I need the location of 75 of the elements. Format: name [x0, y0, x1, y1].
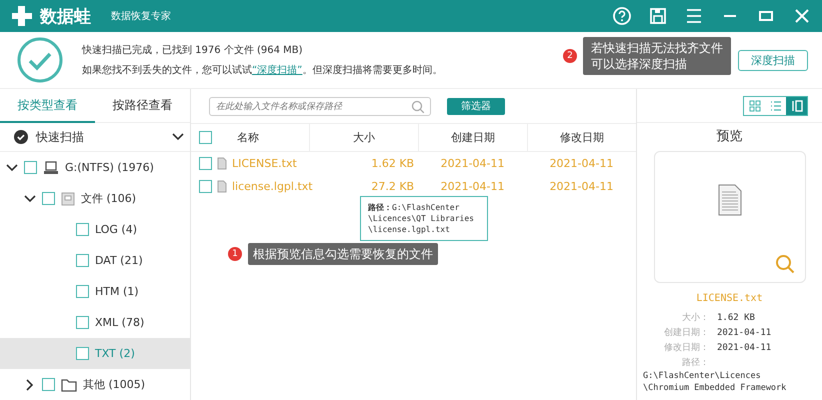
filter-button[interactable]: 筛选器 — [447, 98, 505, 114]
detail-label: 大小： — [681, 312, 709, 324]
caret-icon[interactable] — [24, 378, 36, 390]
check-circle-icon — [16, 36, 64, 84]
deep-scan-button[interactable]: 深度扫描 — [738, 50, 808, 70]
search-icon — [411, 100, 425, 114]
help-icon[interactable] — [612, 6, 632, 26]
table-cell-text: 2021-04-11 — [440, 180, 506, 193]
view-tab[interactable]: 按类型查看 — [0, 89, 95, 123]
detail-value: 2021-04-11 — [717, 342, 772, 352]
deep-scan-link[interactable]: “深度扫描” — [252, 65, 302, 76]
checkbox[interactable] — [42, 378, 55, 391]
file-path-text: G:\FlashCenter\Licences \Chromium Embedded Framework — [642, 370, 788, 394]
checkbox[interactable] — [76, 316, 89, 329]
table-cell-text: 2021-04-11 — [548, 157, 614, 170]
document-icon — [217, 180, 227, 193]
tree-item[interactable]: G:(NTFS) (1976) — [0, 152, 190, 183]
column-header[interactable]: 修改日期 — [527, 124, 636, 151]
checkbox[interactable] — [42, 192, 55, 205]
save-icon[interactable] — [648, 6, 668, 26]
search-field[interactable]: 在此处输入文件名称或保存路径 — [209, 96, 431, 116]
list-icon — [770, 100, 782, 112]
detail-label: 修改日期： — [663, 342, 709, 354]
deep-scan-hint-text: 如果您找不到丢失的文件，您可以试试“深度扫描”。但深度扫描将需要更多时间。 — [82, 64, 442, 77]
table-cell-text: 2021-04-11 — [440, 157, 506, 170]
select-all-checkbox[interactable] — [199, 131, 212, 144]
checkbox[interactable] — [76, 285, 89, 298]
hint-bubble: 若快速扫描无法找齐文件 可以选择深度扫描 — [583, 37, 731, 75]
folder-icon — [61, 378, 77, 392]
tree-item[interactable]: XML (78) — [0, 307, 190, 338]
path-tooltip: 路径：G:\FlashCenter \Licences\QT Libraries \license.lgpl.txt — [360, 196, 488, 241]
scan-result-text: 快速扫描已完成，已找到 1976 个文件 (964 MB) — [82, 44, 304, 57]
tree-item[interactable]: 文件 (106) — [0, 183, 190, 214]
table-cell-text: 2021-04-11 — [548, 180, 614, 193]
detail-view-button[interactable] — [786, 96, 807, 114]
tree-item[interactable]: LOG (4) — [0, 214, 190, 245]
table-cell-text: 1.62 KB — [370, 157, 416, 170]
app-subtitle: 数据恢复专家 — [111, 10, 171, 23]
scan-mode-dropdown[interactable]: 快速扫描 — [0, 123, 190, 152]
detail-label: 创建日期： — [663, 326, 709, 339]
tree-item[interactable]: DAT (21) — [0, 245, 190, 276]
checkbox[interactable] — [199, 180, 212, 193]
checkbox[interactable] — [76, 223, 89, 236]
file-icon — [61, 192, 75, 206]
zoom-icon[interactable] — [774, 254, 794, 274]
tree-item[interactable]: HTM (1) — [0, 276, 190, 307]
detail-value: 1.62 KB — [717, 312, 755, 322]
step-badge: 2 — [563, 49, 577, 63]
columns-icon — [790, 100, 802, 112]
preview-file-name: LICENSE.txt — [696, 293, 763, 304]
column-header[interactable]: 名称 — [237, 130, 259, 145]
detail-label: 路径： — [681, 356, 709, 369]
preview-title: 预览 — [716, 128, 742, 145]
view-tab[interactable]: 按路径查看 — [95, 89, 190, 123]
drive-icon — [43, 160, 59, 174]
detail-value: 2021-04-11 — [717, 328, 772, 338]
checkbox[interactable] — [76, 254, 89, 267]
menu-icon[interactable] — [684, 6, 704, 26]
tree-item[interactable]: 其他 (1005) — [0, 369, 190, 400]
column-header[interactable]: 创建日期 — [418, 124, 527, 151]
checkbox[interactable] — [76, 347, 89, 360]
app-logo-text: 数据蛙 — [40, 6, 91, 28]
hint-bubble: 根据预览信息勾选需要恢复的文件 — [248, 243, 438, 265]
checkbox[interactable] — [24, 161, 37, 174]
check-icon — [14, 130, 28, 144]
caret-icon — [172, 133, 184, 141]
document-icon — [217, 157, 227, 170]
step-badge: 1 — [228, 247, 242, 261]
caret-icon[interactable] — [6, 162, 18, 174]
grid-icon — [748, 100, 760, 112]
caret-icon[interactable] — [24, 192, 36, 204]
column-header[interactable]: 大小 — [309, 124, 418, 151]
checkbox[interactable] — [199, 157, 212, 170]
document-icon — [718, 184, 742, 216]
cross-logo-icon — [10, 4, 34, 28]
